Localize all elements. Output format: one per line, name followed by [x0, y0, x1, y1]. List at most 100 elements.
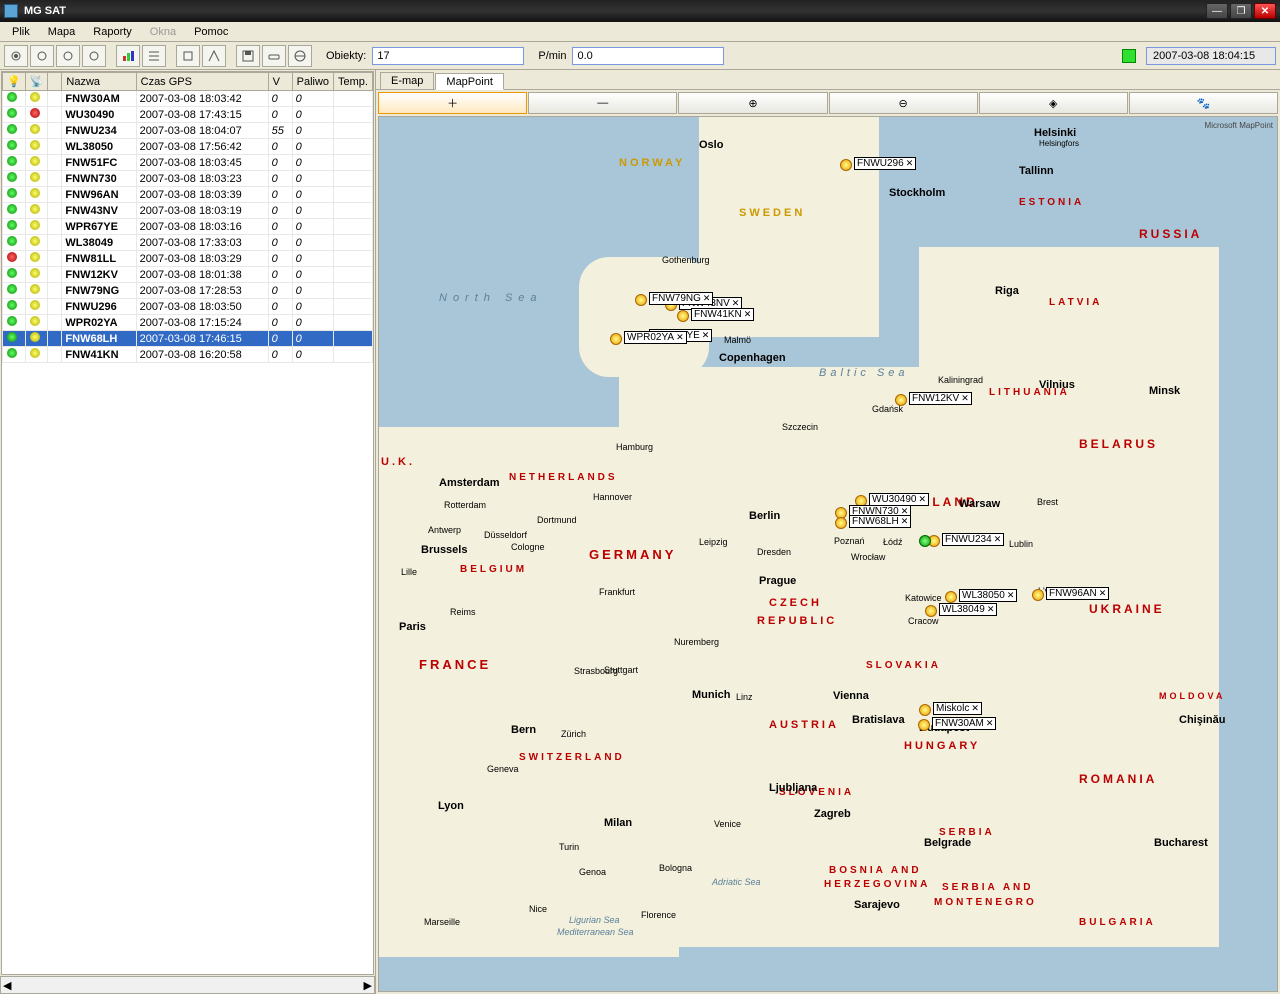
tool-btn-1[interactable]: [4, 45, 28, 67]
table-row[interactable]: FNW68LH2007-03-08 17:46:1500: [3, 331, 373, 347]
map-marker[interactable]: [610, 333, 622, 345]
map-minus-button[interactable]: —: [528, 92, 677, 114]
close-icon[interactable]: ✕: [971, 703, 979, 714]
minimize-button[interactable]: —: [1206, 3, 1228, 19]
table-row[interactable]: FNWN7302007-03-08 18:03:2300: [3, 171, 373, 187]
close-icon[interactable]: ✕: [1007, 590, 1015, 601]
close-icon[interactable]: ✕: [901, 516, 909, 527]
map-marker[interactable]: [895, 394, 907, 406]
map-marker-label[interactable]: FNWU234✕: [942, 533, 1004, 546]
close-icon[interactable]: ✕: [906, 158, 914, 169]
menu-mapa[interactable]: Mapa: [40, 24, 84, 40]
col-status3[interactable]: [48, 73, 62, 91]
tool-btn-7[interactable]: [236, 45, 260, 67]
table-row[interactable]: WL380502007-03-08 17:56:4200: [3, 139, 373, 155]
map-paw-button[interactable]: 🐾: [1129, 92, 1278, 114]
table-row[interactable]: WPR67YE2007-03-08 18:03:1600: [3, 219, 373, 235]
map-marker-label[interactable]: FNW68LH✕: [849, 515, 911, 528]
col-status2[interactable]: 📡: [25, 73, 48, 91]
map-add-button[interactable]: ＋: [378, 92, 527, 114]
table-row[interactable]: WU304902007-03-08 17:43:1500: [3, 107, 373, 123]
col-czas[interactable]: Czas GPS: [136, 73, 268, 91]
tool-btn-2[interactable]: [30, 45, 54, 67]
object-grid[interactable]: 💡 📡 Nazwa Czas GPS V Paliwo Temp. FNW30A…: [1, 71, 374, 975]
menu-raporty[interactable]: Raporty: [85, 24, 140, 40]
map-marker-label[interactable]: Miskolc✕: [933, 702, 982, 715]
cell-czas: 2007-03-08 18:03:16: [136, 219, 268, 235]
close-icon[interactable]: ✕: [986, 718, 994, 729]
tool-btn-list[interactable]: [142, 45, 166, 67]
col-status1[interactable]: 💡: [3, 73, 26, 91]
tool-btn-8[interactable]: [262, 45, 286, 67]
map-zoomin-button[interactable]: ⊕: [678, 92, 827, 114]
table-row[interactable]: FNWU2962007-03-08 18:03:5000: [3, 299, 373, 315]
map-marker[interactable]: [918, 719, 930, 731]
obiekty-field[interactable]: [372, 47, 524, 65]
map-marker[interactable]: [835, 517, 847, 529]
menu-pomoc[interactable]: Pomoc: [186, 24, 236, 40]
maximize-button[interactable]: ❐: [1230, 3, 1252, 19]
map-marker[interactable]: [635, 294, 647, 306]
map-marker-label[interactable]: WPR02YA✕: [624, 331, 687, 344]
close-button[interactable]: ✕: [1254, 3, 1276, 19]
close-icon[interactable]: ✕: [961, 393, 969, 404]
marker-text: WL38049: [942, 604, 985, 615]
table-row[interactable]: FNW51FC2007-03-08 18:03:4500: [3, 155, 373, 171]
table-row[interactable]: WPR02YA2007-03-08 17:15:2400: [3, 315, 373, 331]
map-marker[interactable]: [677, 310, 689, 322]
table-row[interactable]: FNW41KN2007-03-08 16:20:5800: [3, 347, 373, 363]
map-marker-label[interactable]: FNW41KN✕: [691, 308, 754, 321]
close-icon[interactable]: ✕: [703, 293, 711, 304]
hscrollbar[interactable]: ◀ ▶: [0, 976, 375, 994]
close-icon[interactable]: ✕: [918, 494, 926, 505]
map-marker-label[interactable]: FNW12KV✕: [909, 392, 972, 405]
col-paliwo[interactable]: Paliwo: [292, 73, 333, 91]
tool-btn-4[interactable]: [82, 45, 106, 67]
map-marker[interactable]: [945, 591, 957, 603]
table-row[interactable]: FNW30AM2007-03-08 18:03:4200: [3, 91, 373, 107]
map-zoomout-button[interactable]: ⊖: [829, 92, 978, 114]
scroll-right-icon[interactable]: ▶: [364, 979, 372, 992]
map-marker-label[interactable]: FNWU296✕: [854, 157, 916, 170]
table-row[interactable]: FNW12KV2007-03-08 18:01:3800: [3, 267, 373, 283]
table-row[interactable]: FNW43NV2007-03-08 18:03:1900: [3, 203, 373, 219]
map-marker[interactable]: [840, 159, 852, 171]
tool-btn-9[interactable]: [288, 45, 312, 67]
tool-btn-6[interactable]: [202, 45, 226, 67]
col-v[interactable]: V: [268, 73, 292, 91]
tab-emap[interactable]: E-map: [380, 72, 434, 89]
menu-plik[interactable]: Plik: [4, 24, 38, 40]
map-marker-label[interactable]: FNW79NG✕: [649, 292, 713, 305]
table-row[interactable]: FNWU2342007-03-08 18:04:07550: [3, 123, 373, 139]
map-marker-label[interactable]: WL38050✕: [959, 589, 1017, 602]
map-marker-label[interactable]: FNW30AM✕: [932, 717, 996, 730]
table-row[interactable]: FNW81LL2007-03-08 18:03:2900: [3, 251, 373, 267]
close-icon[interactable]: ✕: [676, 332, 684, 343]
map-canvas[interactable]: North Sea Baltic Sea Adriatic Sea Liguri…: [378, 116, 1278, 992]
map-marker[interactable]: [925, 605, 937, 617]
pmin-field[interactable]: [572, 47, 724, 65]
tool-btn-5[interactable]: [176, 45, 200, 67]
tool-btn-chart[interactable]: [116, 45, 140, 67]
map-marker[interactable]: [1032, 589, 1044, 601]
cell-czas: 2007-03-08 18:03:42: [136, 91, 268, 107]
table-row[interactable]: FNW96AN2007-03-08 18:03:3900: [3, 187, 373, 203]
map-marker-label[interactable]: FNW96AN✕: [1046, 587, 1109, 600]
table-row[interactable]: FNW79NG2007-03-08 17:28:5300: [3, 283, 373, 299]
tab-mappoint[interactable]: MapPoint: [435, 73, 503, 90]
close-icon[interactable]: ✕: [987, 604, 995, 615]
close-icon[interactable]: ✕: [1099, 588, 1107, 599]
close-icon[interactable]: ✕: [702, 330, 710, 341]
close-icon[interactable]: ✕: [994, 534, 1002, 545]
tool-btn-3[interactable]: [56, 45, 80, 67]
map-target-button[interactable]: ◈: [979, 92, 1128, 114]
col-nazwa[interactable]: Nazwa: [62, 73, 136, 91]
map-marker[interactable]: [919, 535, 931, 547]
menu-okna[interactable]: Okna: [142, 24, 184, 40]
map-marker-label[interactable]: WL38049✕: [939, 603, 997, 616]
col-temp[interactable]: Temp.: [334, 73, 373, 91]
map-marker[interactable]: [919, 704, 931, 716]
scroll-left-icon[interactable]: ◀: [3, 979, 11, 992]
table-row[interactable]: WL380492007-03-08 17:33:0300: [3, 235, 373, 251]
close-icon[interactable]: ✕: [744, 309, 752, 320]
